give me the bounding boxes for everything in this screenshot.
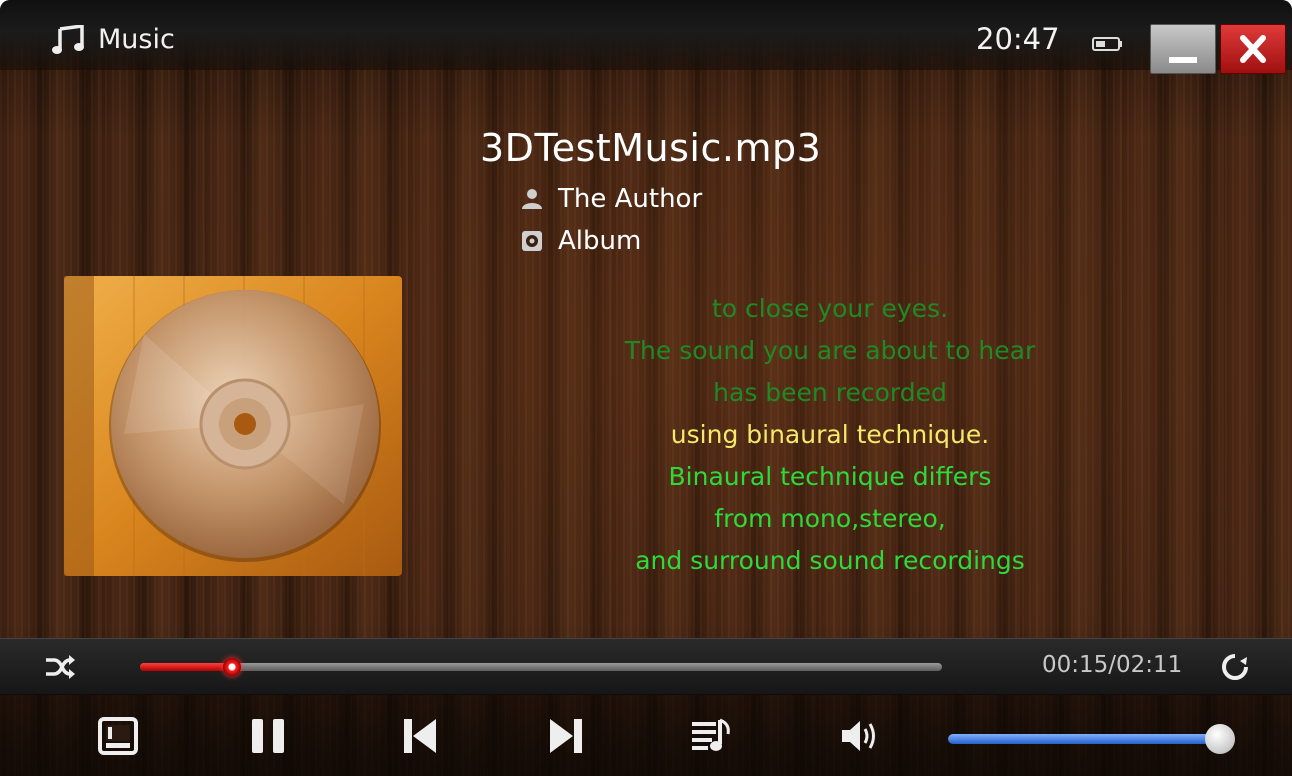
artist-name: The Author	[558, 184, 703, 214]
pause-icon	[252, 719, 284, 753]
control-bar	[0, 694, 1292, 776]
playlist-icon	[692, 718, 730, 751]
volume-button[interactable]	[836, 714, 884, 758]
album-art	[64, 276, 402, 576]
clock: 20:47	[976, 22, 1060, 56]
pause-button[interactable]	[244, 714, 292, 758]
lyric-lines: to close your eyes. The sound you are abo…	[570, 288, 1090, 580]
volume-thumb[interactable]	[1205, 724, 1235, 754]
next-track-icon	[550, 719, 582, 753]
lyric-line: The sound you are about to hear	[624, 336, 1036, 365]
app-title: Music	[98, 24, 175, 55]
lyric-line: using binaural technique.	[670, 420, 990, 449]
shuffle-icon[interactable]	[44, 654, 76, 680]
view-mode-icon	[98, 717, 138, 755]
app-title-group: Music	[52, 24, 175, 55]
view-mode-button[interactable]	[94, 714, 142, 758]
progress-thumb[interactable]	[223, 658, 242, 676]
track-title: 3DTestMusic.mp3	[480, 126, 822, 170]
lyrics-panel: to close your eyes. The sound you are abo…	[570, 262, 1090, 580]
music-player-window: Music 20:47 3DTestMusic.mp3 The Author A…	[0, 0, 1292, 776]
minimize-button[interactable]	[1150, 24, 1216, 74]
album-icon	[522, 231, 542, 251]
close-icon	[1240, 35, 1266, 63]
close-button[interactable]	[1220, 24, 1286, 74]
progress-fill	[140, 663, 233, 671]
title-bar: Music 20:47	[0, 0, 1292, 74]
playlist-button[interactable]	[688, 714, 736, 758]
next-track-button[interactable]	[542, 714, 590, 758]
volume-icon	[842, 721, 875, 751]
minimize-icon	[1169, 57, 1197, 63]
album-name: Album	[558, 226, 642, 256]
battery-icon	[1092, 37, 1122, 51]
progress-row: 00:15/02:11	[0, 638, 1292, 695]
progress-slider[interactable]	[140, 658, 942, 676]
previous-track-icon	[404, 719, 436, 753]
person-icon	[522, 189, 542, 209]
music-note-icon	[52, 24, 84, 54]
time-readout: 00:15/02:11	[1042, 652, 1183, 678]
lyric-line: and surround sound recordings	[635, 546, 1025, 575]
repeat-icon[interactable]	[1220, 652, 1250, 682]
lyric-line-partial	[570, 262, 1090, 288]
lyric-line: to close your eyes.	[711, 294, 949, 323]
album-row: Album	[520, 226, 641, 256]
volume-slider[interactable]	[948, 724, 1235, 754]
lyric-line: has been recorded	[713, 378, 947, 407]
lyric-line: Binaural technique differs	[668, 462, 992, 491]
lyric-line: from mono,stereo,	[714, 504, 946, 533]
artist-row: The Author	[520, 184, 702, 214]
previous-track-button[interactable]	[396, 714, 444, 758]
